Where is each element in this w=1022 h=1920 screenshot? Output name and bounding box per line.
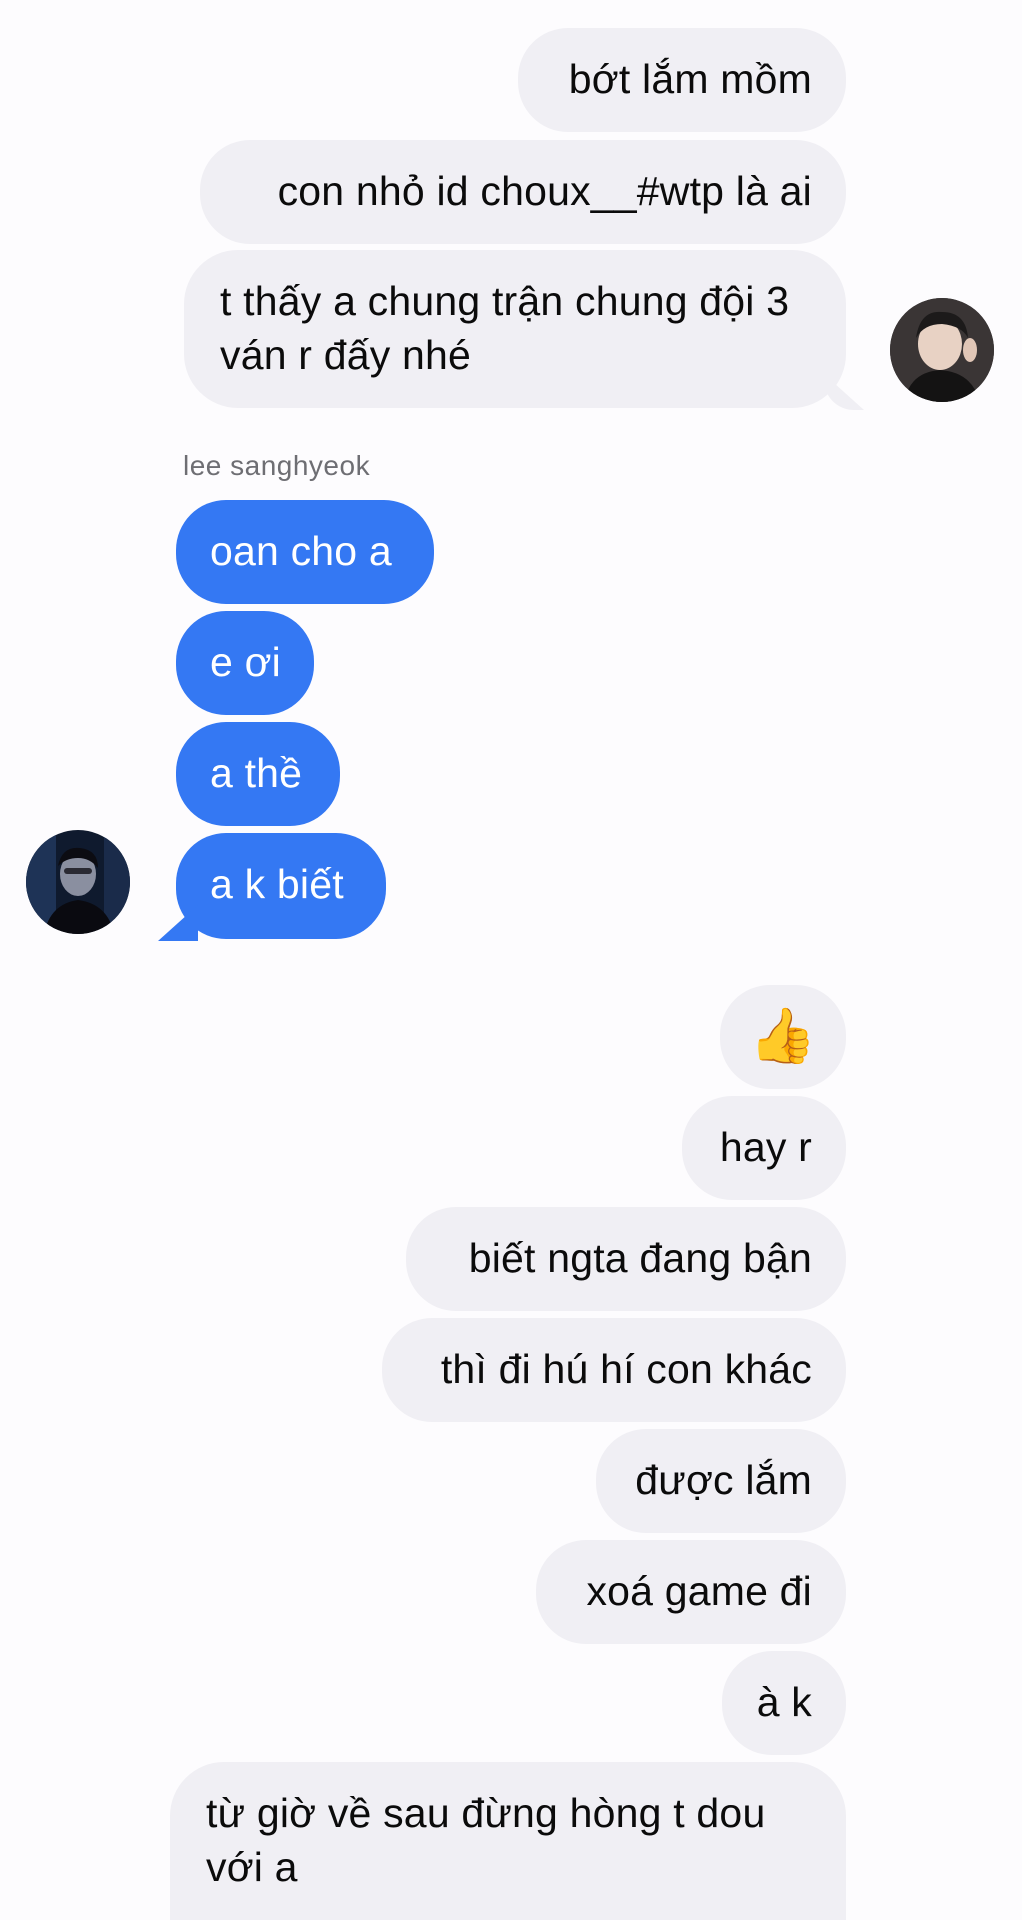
received-message[interactable]: oan cho a — [176, 500, 434, 604]
sent-message[interactable]: 👍 — [720, 985, 846, 1089]
sent-message[interactable]: thì đi hú hí con khác — [382, 1318, 846, 1422]
contact-avatar-photo-icon — [26, 830, 130, 934]
sent-message[interactable]: t thấy a chung trận chung đội 3 ván r đấ… — [184, 250, 846, 408]
message-thread[interactable]: bớt lắm mồm con nhỏ id choux__#wtp là ai… — [0, 0, 1022, 1920]
user-avatar[interactable] — [890, 298, 994, 402]
sent-message[interactable]: bớt lắm mồm — [518, 28, 846, 132]
sent-message[interactable]: xoá game đi — [536, 1540, 846, 1644]
thumbs-up-icon: 👍 — [749, 1004, 817, 1067]
sender-name: lee sanghyeok — [183, 450, 371, 481]
user-avatar-photo-icon — [890, 298, 994, 402]
sent-message[interactable]: à k — [722, 1651, 846, 1755]
sent-message[interactable]: từ giờ về sau đừng hòng t dou với a — [170, 1762, 846, 1920]
contact-avatar[interactable] — [26, 830, 130, 934]
received-message[interactable]: e ơi — [176, 611, 314, 715]
received-message[interactable]: a k biết — [176, 833, 386, 939]
sent-message[interactable]: biết ngta đang bận — [406, 1207, 846, 1311]
sent-message[interactable]: hay r — [682, 1096, 846, 1200]
sent-message[interactable]: con nhỏ id choux__#wtp là ai — [200, 140, 846, 244]
sent-message[interactable]: được lắm — [596, 1429, 846, 1533]
received-message[interactable]: a thề — [176, 722, 340, 826]
